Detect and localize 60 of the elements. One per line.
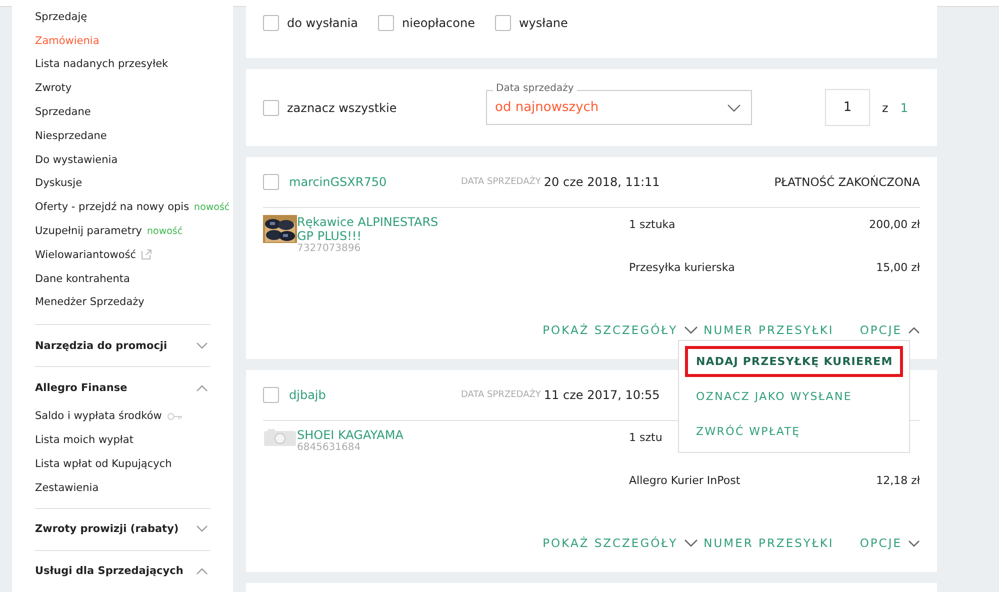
sidebar-item[interactable]: Lista moich wypłat	[35, 434, 134, 446]
shipping-price: 12,18 zł	[876, 474, 920, 489]
checkbox[interactable]	[263, 15, 279, 31]
sidebar-item[interactable]: Sprzedane	[35, 106, 91, 118]
external-link-icon	[141, 249, 152, 260]
price-text: 200,00 zł	[869, 218, 920, 233]
checkbox[interactable]	[263, 387, 279, 403]
checkbox-label: do wysłania	[287, 16, 358, 30]
sidebar-item[interactable]: Dyskusje	[35, 177, 82, 190]
sidebar-item[interactable]: Sprzedaję	[35, 10, 88, 23]
shipping-method: Allegro Kurier InPost	[629, 474, 740, 489]
shipping-price: 15,00 zł	[876, 261, 920, 276]
sidebar-item[interactable]: Menedżer Sprzedaży	[35, 296, 144, 308]
page-of-text: z	[882, 100, 888, 114]
chevron-icon	[727, 104, 741, 112]
new-label: nowość	[194, 202, 230, 213]
sidebar-item[interactable]: Zwroty	[35, 82, 72, 94]
checkbox-label: wysłane	[518, 16, 568, 30]
sale-date: 11 cze 2017, 10:55	[544, 388, 660, 402]
chevron-icon	[684, 539, 698, 547]
sidebar-item[interactable]: Lista nadanych przesyłek	[35, 58, 168, 70]
checkbox[interactable]	[263, 174, 279, 190]
field-label: Data sprzedaży	[493, 83, 577, 94]
date-label: DATA SPRZEDAŻY	[461, 177, 541, 187]
menu-item[interactable]: NADAJ PRZESYŁKĘ KURIEREM	[685, 346, 903, 377]
checkbox[interactable]	[378, 15, 394, 31]
checkbox-label: nieopłacone	[402, 16, 475, 30]
item-number: 6845631684	[297, 442, 362, 453]
sidebar-item[interactable]: Oferty - przejdź na nowy opis	[35, 201, 190, 214]
quantity-text: 1 sztuka	[629, 218, 676, 233]
sidebar-item[interactable]: Wielowariantowość	[35, 248, 136, 261]
chevron-icon	[196, 342, 208, 350]
section-header[interactable]: Zwroty prowizji (rabaty)	[35, 508, 210, 550]
date-label: DATA SPRZEDAŻY	[461, 390, 541, 400]
camera-icon	[263, 428, 297, 446]
sidebar-item[interactable]: Saldo i wypłata środków	[35, 410, 162, 422]
new-label: nowość	[146, 226, 183, 237]
section-header[interactable]: Narzędzia do promocji	[35, 325, 210, 366]
page-input[interactable]: 1	[825, 89, 870, 126]
chevron-icon	[684, 326, 698, 334]
key-icon	[166, 412, 183, 421]
sidebar-item[interactable]: Uzupełnij parametry	[35, 225, 142, 238]
sale-date: 20 cze 2018, 11:11	[544, 175, 660, 189]
sidebar-item[interactable]: Niesprzedane	[35, 130, 107, 142]
item-number: 7327073896	[297, 243, 362, 254]
sidebar-item[interactable]: Dane kontrahenta	[35, 272, 130, 285]
chevron-icon	[196, 384, 208, 392]
chevron-icon	[196, 525, 208, 534]
chevron-icon	[196, 567, 208, 576]
quantity-text: 1 sztu	[629, 431, 662, 446]
shipping-method: Przesyłka kurierska	[629, 261, 735, 276]
sidebar-item[interactable]: Zestawienia	[35, 482, 99, 494]
sidebar-item[interactable]: Do wystawienia	[35, 154, 118, 166]
section-header[interactable]: Allegro Finanse	[35, 367, 210, 408]
checkbox[interactable]	[263, 100, 279, 116]
sidebar-item[interactable]: Lista wpłat od Kupujących	[35, 458, 172, 470]
checkbox[interactable]	[494, 15, 511, 31]
checkbox-label: zaznacz wszystkie	[287, 100, 397, 114]
order-status: PŁATNOŚĆ ZAKOŃCZONA	[774, 175, 920, 189]
section-header[interactable]: Usługi dla Sprzedających	[35, 550, 210, 592]
